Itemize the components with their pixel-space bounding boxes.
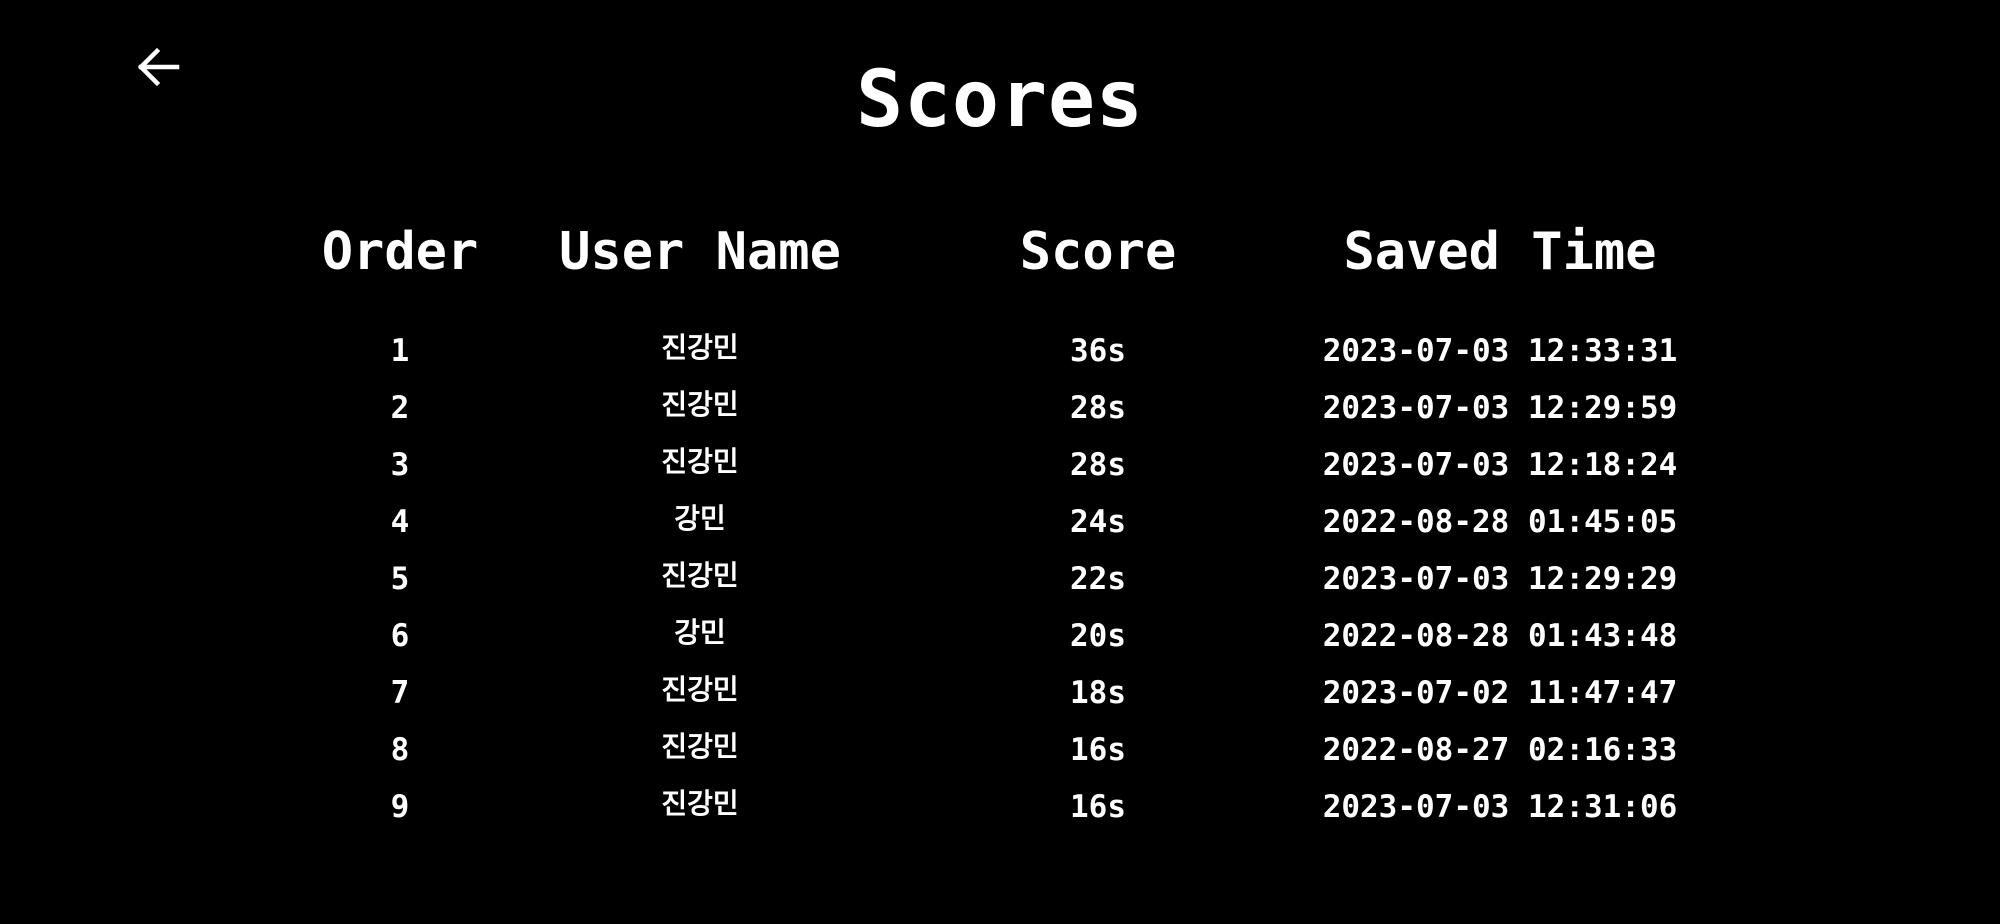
score-cell: 16s [1070, 789, 1126, 825]
order-cell: 1 [390, 333, 410, 369]
column-header-score: Score [1019, 222, 1177, 282]
saved-time-cell: 2023-07-03 12:18:24 [1322, 447, 1678, 483]
order-cell: 6 [390, 618, 410, 654]
user-name-cell: 진강민 [661, 388, 739, 421]
order-cell: 8 [390, 732, 410, 768]
saved-time-cell: 2023-07-02 11:47:47 [1322, 675, 1678, 711]
score-cell: 20s [1070, 618, 1126, 654]
user-name-cell: 진강민 [661, 673, 739, 706]
column-header-saved-time: Saved Time [1343, 222, 1657, 282]
score-cell: 36s [1070, 333, 1126, 369]
order-cell: 2 [390, 390, 410, 426]
score-cell: 16s [1070, 732, 1126, 768]
saved-time-cell: 2023-07-03 12:31:06 [1322, 789, 1678, 825]
saved-time-cell: 2023-07-03 12:29:29 [1322, 561, 1678, 597]
scores-table: Order User Name Score Saved Time 1 진강민 3… [0, 0, 2000, 924]
user-name-cell: 강민 [674, 616, 726, 649]
order-cell: 7 [390, 675, 410, 711]
saved-time-cell: 2023-07-03 12:33:31 [1322, 333, 1678, 369]
user-name-cell: 진강민 [661, 331, 739, 364]
score-cell: 18s [1070, 675, 1126, 711]
user-name-cell: 강민 [674, 502, 726, 535]
saved-time-cell: 2022-08-28 01:45:05 [1322, 504, 1678, 540]
table-row: 3 진강민 28s 2023-07-03 12:18:24 [0, 437, 2000, 494]
order-cell: 5 [390, 561, 410, 597]
column-header-order: Order [321, 222, 479, 282]
table-row: 2 진강민 28s 2023-07-03 12:29:59 [0, 380, 2000, 437]
scores-screen: Scores Order User Name Score Saved Time … [0, 0, 2000, 924]
score-cell: 22s [1070, 561, 1126, 597]
user-name-cell: 진강민 [661, 445, 739, 478]
user-name-cell: 진강민 [661, 730, 739, 763]
table-row: 5 진강민 22s 2023-07-03 12:29:29 [0, 551, 2000, 608]
table-row: 9 진강민 16s 2023-07-03 12:31:06 [0, 779, 2000, 836]
column-header-user-name: User Name [559, 222, 841, 282]
table-row: 6 강민 20s 2022-08-28 01:43:48 [0, 608, 2000, 665]
order-cell: 3 [390, 447, 410, 483]
score-cell: 28s [1070, 447, 1126, 483]
table-row: 8 진강민 16s 2022-08-27 02:16:33 [0, 722, 2000, 779]
saved-time-cell: 2023-07-03 12:29:59 [1322, 390, 1678, 426]
table-row: 1 진강민 36s 2023-07-03 12:33:31 [0, 323, 2000, 380]
table-row: 7 진강민 18s 2023-07-02 11:47:47 [0, 665, 2000, 722]
user-name-cell: 진강민 [661, 787, 739, 820]
saved-time-cell: 2022-08-27 02:16:33 [1322, 732, 1678, 768]
order-cell: 9 [390, 789, 410, 825]
score-cell: 28s [1070, 390, 1126, 426]
score-cell: 24s [1070, 504, 1126, 540]
table-row: 4 강민 24s 2022-08-28 01:45:05 [0, 494, 2000, 551]
user-name-cell: 진강민 [661, 559, 739, 592]
order-cell: 4 [390, 504, 410, 540]
saved-time-cell: 2022-08-28 01:43:48 [1322, 618, 1678, 654]
